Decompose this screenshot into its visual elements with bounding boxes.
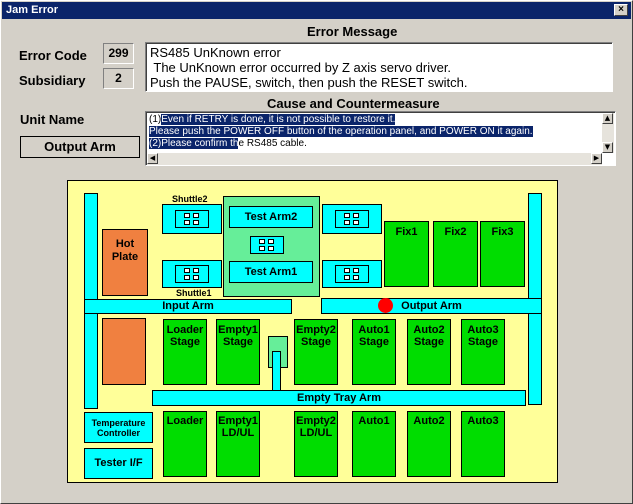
loader[interactable]: Loader [163,411,207,477]
test-tray [250,236,284,254]
title-bar[interactable]: Jam Error × [2,2,631,19]
auto2-stage[interactable]: Auto2 Stage [407,319,451,385]
window-title: Jam Error [6,4,58,16]
empty-tray-lift-shaft [272,351,281,391]
shuttle2-label: Shuttle2 [172,194,208,204]
loader-stage[interactable]: Loader Stage [163,319,207,385]
empty1-ldul[interactable]: Empty1 LD/UL [216,411,260,477]
right-lower-tray [335,265,369,283]
shuttle1-label: Shuttle1 [176,288,212,298]
shuttle1-tray [175,265,209,283]
shuttle2[interactable] [162,204,222,234]
machine-map: Hot Plate Shuttle2 Shuttle1 Test Arm2 Te… [67,180,558,483]
auto1[interactable]: Auto1 [352,411,396,477]
subsidiary-value: 2 [103,68,134,89]
input-arm[interactable]: Input Arm [84,299,292,314]
test-arm2[interactable]: Test Arm2 [229,206,313,228]
auto3-stage[interactable]: Auto3 Stage [461,319,505,385]
empty1-stage[interactable]: Empty1 Stage [216,319,260,385]
cause-text: (1)Even if RETRY is done, it is not poss… [146,113,604,153]
orange-block [102,318,146,385]
right-upper-tray [335,210,369,228]
right-shuttle-lower[interactable] [322,260,382,288]
empty2-ldul[interactable]: Empty2 LD/UL [294,411,338,477]
message-line-1: RS485 UnKnown error [150,45,281,60]
error-message-box[interactable]: RS485 UnKnown error The UnKnown error oc… [145,42,613,92]
scroll-up-icon[interactable]: ▲ [602,113,613,124]
jam-error-window: Jam Error × Error Message Error Code 299… [0,0,633,504]
close-button[interactable]: × [614,4,628,16]
scroll-down-icon[interactable]: ▼ [602,142,613,153]
tester-if[interactable]: Tester I/F [84,448,153,479]
horizontal-scrollbar[interactable] [147,153,602,165]
empty-tray-arm[interactable]: Empty Tray Arm [152,390,526,406]
cause-line3-selected: (2)Please confirm th [149,138,239,149]
temperature-controller[interactable]: Temperature Controller [84,412,153,443]
auto3[interactable]: Auto3 [461,411,505,477]
unit-name-value: Output Arm [20,136,140,158]
test-arm1[interactable]: Test Arm1 [229,261,313,283]
unit-name-label: Unit Name [20,112,85,127]
right-shuttle-upper[interactable] [322,204,382,234]
message-line-3: Push the PAUSE, switch, then push the RE… [150,75,468,90]
output-arm[interactable]: Output Arm [321,298,542,314]
cause-line2: Please push the POWER OFF button of the … [149,126,533,137]
error-message-header: Error Message [307,24,398,39]
fix3[interactable]: Fix3 [480,221,525,287]
empty2-stage[interactable]: Empty2 Stage [294,319,338,385]
fix1[interactable]: Fix1 [384,221,429,287]
cause-header: Cause and Countermeasure [267,96,440,111]
cause-box[interactable]: (1)Even if RETRY is done, it is not poss… [145,111,616,166]
error-code-label: Error Code [19,48,87,63]
cause-line1-selected: Even if RETRY is done, it is not possibl… [161,114,396,125]
scroll-right-icon[interactable]: ▶ [591,153,602,164]
fix2[interactable]: Fix2 [433,221,478,287]
message-line-2: The UnKnown error occurred by Z axis ser… [150,60,452,75]
scroll-left-icon[interactable]: ◀ [147,153,158,164]
auto1-stage[interactable]: Auto1 Stage [352,319,396,385]
error-code-value: 299 [103,43,134,64]
auto2[interactable]: Auto2 [407,411,451,477]
error-marker [378,298,393,313]
shuttle1[interactable] [162,260,222,288]
shuttle2-tray [175,210,209,228]
subsidiary-label: Subsidiary [19,73,86,88]
cause-line1-prefix: (1) [149,114,162,125]
cause-line3-rest: e RS485 cable. [238,138,307,149]
hot-plate[interactable]: Hot Plate [102,229,148,296]
